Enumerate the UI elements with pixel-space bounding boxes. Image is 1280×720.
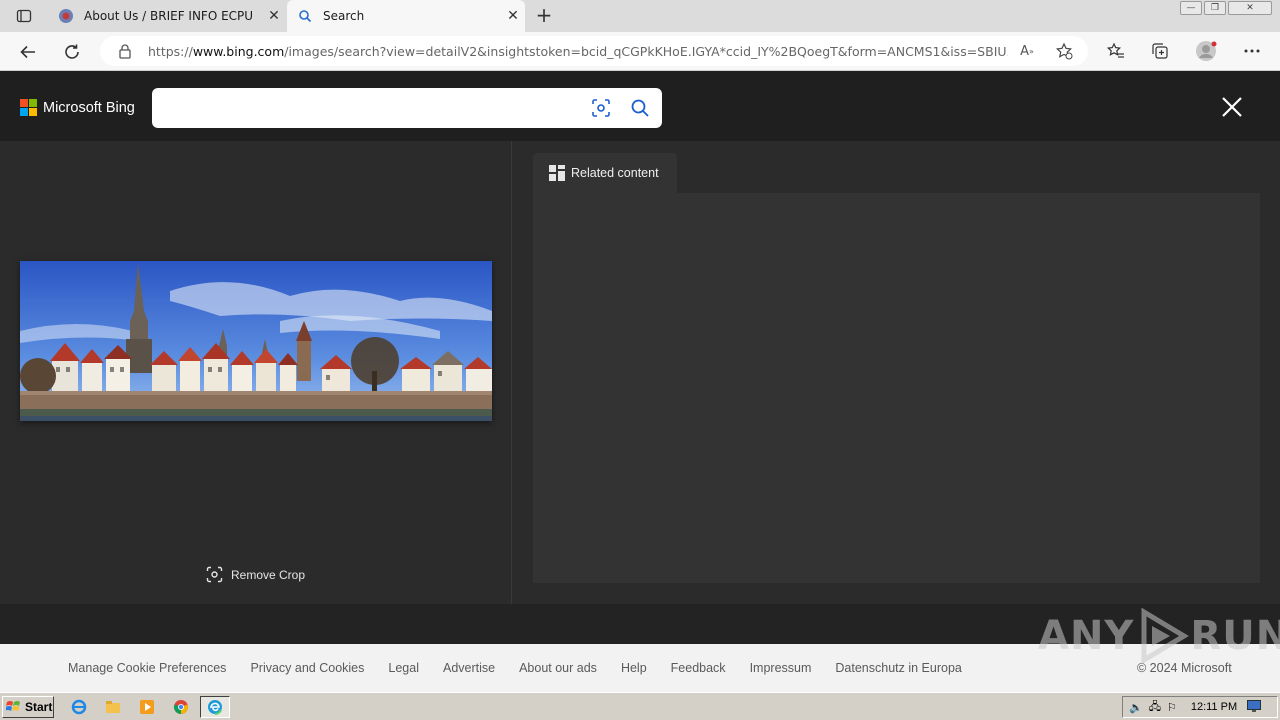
network-icon[interactable]: 🖧	[1149, 698, 1161, 717]
show-desktop-icon[interactable]	[1247, 699, 1262, 715]
favorites-icon[interactable]	[1105, 40, 1127, 62]
search-input[interactable]	[164, 96, 584, 120]
edge-taskbar-button[interactable]	[200, 696, 230, 718]
footer-link-impressum[interactable]: Impressum	[750, 661, 812, 675]
start-button[interactable]: Start	[2, 696, 54, 718]
refresh-icon	[65, 44, 79, 59]
image-pane: Remove Crop	[0, 141, 512, 604]
ie-icon[interactable]	[70, 698, 88, 716]
play-logo-icon	[1141, 608, 1190, 664]
footer-link-legal[interactable]: Legal	[388, 661, 419, 675]
close-window-button[interactable]: ✕	[1228, 1, 1272, 15]
related-content-label: Related content	[571, 166, 659, 180]
tab-actions-button[interactable]	[8, 4, 40, 28]
anyrun-watermark: ANY RUN	[1038, 608, 1280, 664]
remove-crop-label: Remove Crop	[231, 567, 306, 582]
related-pane: Related content	[513, 141, 1280, 604]
more-menu-icon[interactable]	[1241, 40, 1263, 62]
remove-crop-button[interactable]: Remove Crop	[206, 566, 305, 583]
back-button[interactable]	[14, 38, 42, 66]
footer-link-feedback[interactable]: Feedback	[671, 661, 726, 675]
site-favicon-icon	[58, 8, 74, 24]
address-bar[interactable]: https://www.bing.com/images/search?view=…	[100, 36, 1088, 66]
footer-link-advertise[interactable]: Advertise	[443, 661, 495, 675]
new-tab-button[interactable]: +	[532, 4, 556, 28]
minimize-button[interactable]: —	[1180, 1, 1202, 15]
windows-taskbar: Start 🔈 🖧 ⚐ 12:11 PM	[0, 692, 1280, 720]
tab-title: About Us / BRIEF INFO ECPU	[84, 9, 254, 23]
start-label: Start	[25, 700, 53, 714]
collections-icon[interactable]	[1149, 40, 1171, 62]
footer-link-privacy[interactable]: Privacy and Cookies	[250, 661, 364, 675]
tab-about-us[interactable]: About Us / BRIEF INFO ECPU ✕	[48, 0, 286, 32]
visual-search-icon[interactable]	[590, 97, 612, 119]
windows-flag-icon	[6, 701, 20, 711]
tab-search[interactable]: Search ✕	[287, 0, 525, 32]
read-aloud-icon[interactable]: A»	[1018, 42, 1036, 60]
footer-link-help[interactable]: Help	[621, 661, 647, 675]
footer-links: Manage Cookie Preferences Privacy and Co…	[68, 661, 962, 675]
explorer-icon[interactable]	[104, 698, 122, 716]
add-favorite-icon[interactable]	[1055, 42, 1073, 60]
crop-icon	[206, 566, 223, 583]
tab-close-icon[interactable]: ✕	[501, 8, 525, 24]
volume-icon[interactable]: 🔈	[1129, 701, 1143, 714]
lock-icon	[118, 43, 134, 59]
close-viewer-button[interactable]	[1216, 91, 1248, 123]
search-favicon-icon	[297, 8, 313, 24]
search-box	[152, 88, 662, 128]
tab-title: Search	[323, 9, 365, 23]
browser-tab-bar: About Us / BRIEF INFO ECPU ✕ Search ✕ + …	[0, 0, 1280, 32]
tab-related-content[interactable]: Related content	[533, 153, 677, 193]
refresh-button[interactable]	[58, 38, 86, 66]
flag-icon[interactable]: ⚐	[1167, 701, 1177, 714]
bing-header: Microsoft Bing	[0, 71, 1280, 141]
ulm-skyline-image	[20, 261, 492, 421]
tab-actions-icon	[16, 9, 32, 23]
url-text: https://www.bing.com/images/search?view=…	[148, 43, 1008, 59]
system-tray: 🔈 🖧 ⚐ 12:11 PM	[1122, 696, 1278, 718]
address-toolbar: https://www.bing.com/images/search?view=…	[0, 32, 1280, 71]
footer-link-about-ads[interactable]: About our ads	[519, 661, 597, 675]
brand-name: Microsoft Bing	[43, 99, 135, 116]
profile-avatar[interactable]	[1195, 40, 1217, 62]
grid-icon	[549, 165, 565, 181]
main-image[interactable]	[20, 261, 492, 421]
clock: 12:11 PM	[1190, 701, 1238, 713]
tab-close-icon[interactable]: ✕	[262, 8, 286, 24]
edge-icon	[208, 700, 222, 715]
back-arrow-icon	[20, 45, 35, 59]
search-icon[interactable]	[629, 97, 651, 119]
close-icon	[1222, 97, 1242, 117]
bing-logo[interactable]: Microsoft Bing	[20, 99, 135, 116]
window-controls: — ❐ ✕	[1180, 1, 1272, 15]
media-player-icon[interactable]	[138, 698, 156, 716]
footer-link-cookie-preferences[interactable]: Manage Cookie Preferences	[68, 661, 226, 675]
restore-button[interactable]: ❐	[1204, 1, 1226, 15]
footer-link-datenschutz[interactable]: Datenschutz in Europa	[835, 661, 961, 675]
chrome-icon[interactable]	[172, 698, 190, 716]
microsoft-logo-icon	[20, 99, 37, 116]
related-content-panel	[533, 193, 1260, 583]
